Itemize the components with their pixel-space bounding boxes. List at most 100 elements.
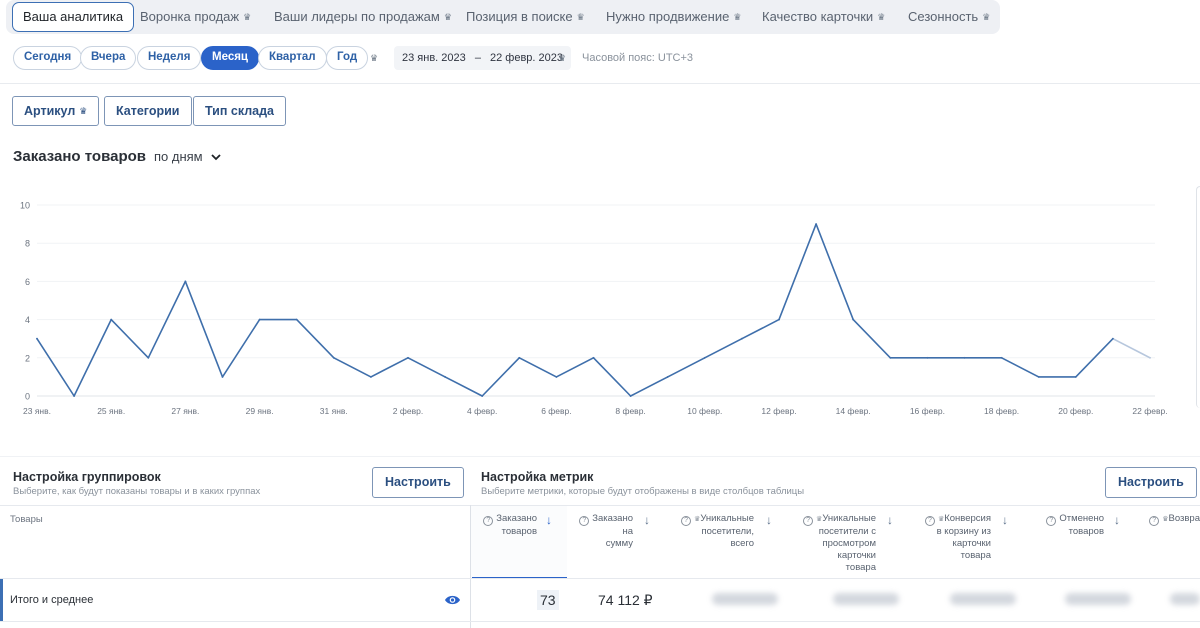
help-icon[interactable]: ? — [1046, 516, 1057, 526]
divider — [470, 505, 471, 628]
data-point[interactable] — [666, 376, 669, 378]
data-point[interactable] — [481, 395, 484, 397]
period-yesterday-button[interactable]: Вчера — [80, 46, 137, 70]
data-point[interactable] — [295, 318, 298, 321]
data-point[interactable] — [258, 318, 261, 321]
tab-seasonality[interactable]: Сезонность ♛ — [908, 2, 990, 32]
data-point[interactable] — [370, 376, 372, 378]
data-point[interactable] — [1112, 337, 1114, 340]
metric-column-header[interactable]: ? Заказано на сумму — [579, 513, 633, 550]
data-point[interactable] — [36, 337, 38, 340]
data-point[interactable] — [555, 376, 558, 378]
series-line-segment — [666, 357, 706, 378]
x-tick-label: 2 февр. — [393, 406, 423, 416]
tab-sales-funnel[interactable]: Воронка продаж ♛ — [140, 2, 251, 32]
date-dash: – — [474, 52, 481, 64]
metric-column-header[interactable]: ? ♛Уникальные посетители с просмотром карточ… — [803, 513, 876, 574]
tab-sales-leaders[interactable]: Ваши лидеры по продажам ♛ — [274, 2, 452, 32]
column-header-text: карточки — [837, 550, 876, 561]
data-point[interactable] — [592, 356, 595, 359]
sort-arrow-icon[interactable]: ↓ — [644, 513, 650, 527]
sort-arrow-icon[interactable]: ↓ — [1002, 513, 1008, 527]
data-point[interactable] — [73, 395, 75, 397]
data-point[interactable] — [889, 356, 892, 359]
metrics-configure-button[interactable]: Настроить — [1105, 467, 1197, 498]
data-point[interactable] — [1074, 376, 1077, 378]
period-today-button[interactable]: Сегодня — [13, 46, 83, 70]
warehouse-type-filter-button[interactable]: Тип склада — [193, 96, 287, 126]
column-header-text: посетители с — [818, 526, 876, 537]
x-tick-label: 12 февр. — [761, 406, 796, 416]
data-point[interactable] — [852, 318, 855, 321]
column-header-text: Уникальные — [822, 513, 876, 524]
sort-arrow-icon[interactable]: ↓ — [1114, 513, 1120, 527]
data-point[interactable] — [518, 356, 521, 359]
metric-column-header[interactable]: ? ♛Конверсия в корзину из карточки товара — [924, 513, 991, 562]
tab-label: Нужно продвижение — [606, 9, 730, 24]
period-quarter-button[interactable]: Квартал — [258, 46, 327, 70]
help-icon[interactable]: ? — [579, 516, 590, 526]
data-point[interactable] — [703, 356, 706, 359]
series-line-segment — [221, 318, 261, 378]
series-line-segment — [444, 376, 484, 397]
series-line-segment — [295, 318, 335, 359]
data-point[interactable] — [741, 337, 743, 340]
data-point[interactable] — [1037, 376, 1040, 378]
sort-arrow-icon[interactable]: ↓ — [546, 513, 552, 527]
data-point[interactable] — [147, 356, 150, 359]
help-icon[interactable]: ? — [924, 516, 935, 526]
data-point[interactable] — [110, 318, 113, 321]
crown-icon: ♛ — [243, 12, 252, 22]
chart-mode-dropdown[interactable]: по дням — [154, 149, 221, 164]
help-icon[interactable]: ? — [803, 516, 814, 526]
data-point[interactable] — [332, 356, 335, 359]
data-point[interactable] — [184, 280, 187, 283]
data-point[interactable] — [629, 395, 632, 397]
data-point[interactable] — [444, 376, 446, 378]
period-year-button[interactable]: Год — [326, 46, 369, 70]
date-range-picker[interactable]: 23 янв. 2023 – 22 февр. 2023 — [394, 46, 572, 70]
help-icon[interactable]: ? — [483, 516, 494, 526]
metrics-settings-subtitle: Выберите метрики, которые будут отображе… — [481, 486, 805, 497]
data-point[interactable] — [1000, 356, 1003, 359]
metric-column-header[interactable]: ? Заказано товаров — [483, 513, 537, 538]
data-point[interactable] — [963, 356, 966, 359]
data-point[interactable] — [1149, 356, 1151, 359]
help-icon[interactable]: ? — [1149, 516, 1160, 526]
tab-label: Ваша аналитика — [23, 9, 124, 24]
data-point[interactable] — [221, 376, 224, 378]
x-tick-label: 16 февр. — [910, 406, 945, 416]
divider — [0, 505, 1200, 506]
blurred-value — [1065, 593, 1131, 605]
crown-icon: ♛ — [79, 106, 88, 116]
chart-scroll-edge — [1196, 186, 1200, 408]
help-icon[interactable]: ? — [681, 516, 692, 526]
tab-promotion-needed[interactable]: Нужно продвижение ♛ — [606, 2, 741, 32]
data-point[interactable] — [778, 318, 780, 321]
sort-arrow-icon[interactable]: ↓ — [887, 513, 893, 527]
divider — [0, 83, 1200, 84]
tab-search-position[interactable]: Позиция в поиске ♛ — [466, 2, 585, 32]
grouping-configure-button[interactable]: Настроить — [372, 467, 464, 498]
article-filter-button[interactable]: Артикул ♛ — [12, 96, 100, 126]
data-point[interactable] — [926, 356, 929, 359]
categories-filter-button[interactable]: Категории — [104, 96, 192, 126]
data-point[interactable] — [407, 356, 409, 359]
metric-column-header[interactable]: ? Отменено товаров — [1046, 513, 1104, 538]
tab-card-quality[interactable]: Качество карточки ♛ — [762, 2, 885, 32]
sort-arrow-icon[interactable]: ↓ — [766, 513, 772, 527]
column-header-line: товаров — [483, 526, 537, 538]
tab-your-analytics[interactable]: Ваша аналитика — [12, 2, 135, 32]
total-ordered-value: 73 — [537, 590, 559, 610]
data-point[interactable] — [815, 223, 817, 225]
eye-icon[interactable] — [444, 594, 461, 606]
crown-icon: ♛ — [558, 53, 567, 63]
metric-column-header[interactable]: ? ♛Уникальные посетители, всего — [681, 513, 754, 550]
period-week-button[interactable]: Неделя — [137, 46, 202, 70]
column-header-line: на — [579, 526, 633, 538]
period-month-button[interactable]: Месяц — [201, 46, 259, 70]
series-line-segment — [407, 357, 446, 378]
metric-column-header[interactable]: ? ♛Возвра — [1149, 513, 1200, 526]
goods-column-header: Товары — [10, 514, 43, 525]
column-header-line: сумму — [579, 538, 633, 550]
